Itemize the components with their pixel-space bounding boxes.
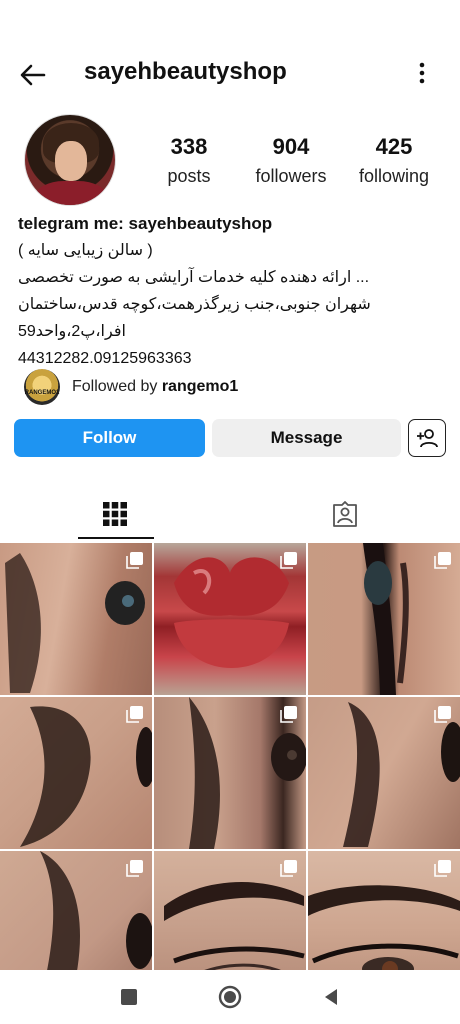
avatar-shirt — [35, 181, 107, 205]
bio-line: شهران جنوبی،جنب زیرگذرهمت،کوچه قدس،ساختم… — [18, 296, 371, 313]
followed-by-prefix: Followed by — [72, 378, 162, 395]
multi-photo-icon — [434, 552, 451, 569]
bio-line: افرا،پ2،واحد59 — [18, 323, 126, 340]
follow-button[interactable]: Follow — [14, 419, 205, 457]
followed-by-name[interactable]: rangemo1 — [162, 378, 238, 395]
more-vertical-icon[interactable] — [410, 60, 434, 86]
multi-photo-icon — [280, 706, 297, 723]
stat-label: following — [358, 166, 430, 186]
multi-photo-icon — [280, 860, 297, 877]
circle-icon[interactable] — [217, 984, 243, 1010]
multi-photo-icon — [126, 552, 143, 569]
bio-phone[interactable]: 44312282.09125963363 — [18, 345, 448, 372]
post-tile[interactable] — [0, 697, 152, 849]
profile-bio: telegram me: sayehbeautyshop ( سالن زیبا… — [18, 210, 448, 372]
post-tile[interactable] — [154, 543, 306, 695]
multi-photo-icon — [434, 706, 451, 723]
tagged-person-icon — [333, 501, 357, 527]
triangle-back-icon[interactable] — [318, 984, 344, 1010]
post-tile[interactable] — [308, 697, 460, 849]
bio-line: ( سالن زیبایی سایه ) — [18, 242, 153, 259]
page-title: sayehbeautyshop — [84, 58, 287, 85]
followed-by-avatar[interactable]: RANGEMO1 — [24, 369, 60, 405]
multi-photo-icon — [434, 860, 451, 877]
post-tile[interactable] — [308, 543, 460, 695]
square-icon[interactable] — [116, 984, 142, 1010]
stat-posts[interactable]: 338 posts — [158, 134, 220, 187]
profile-tabs — [0, 488, 460, 540]
multi-photo-icon — [280, 552, 297, 569]
bio-line: ... ارائه دهنده کلیه خدمات آرایشی به صور… — [18, 269, 370, 286]
stat-following[interactable]: 425 following — [352, 134, 436, 187]
avatar-face — [55, 141, 87, 181]
stat-value: 904 — [272, 134, 310, 159]
person-add-icon — [417, 429, 438, 448]
multi-photo-icon — [126, 706, 143, 723]
bio-title: telegram me: sayehbeautyshop — [18, 214, 273, 233]
post-tile[interactable] — [0, 543, 152, 695]
tab-tagged[interactable] — [230, 488, 460, 540]
arrow-left-icon[interactable] — [18, 60, 48, 90]
message-button[interactable]: Message — [212, 419, 401, 457]
stat-value: 425 — [375, 134, 413, 159]
tab-posts-grid[interactable] — [0, 488, 230, 540]
grid-icon — [103, 502, 127, 526]
suggest-people-button[interactable] — [408, 419, 446, 457]
followed-avatar-text: RANGEMO1 — [24, 390, 60, 396]
active-tab-indicator — [78, 537, 154, 539]
followed-by-text: Followed by rangemo1 — [72, 378, 238, 396]
system-nav-bar — [0, 970, 460, 1024]
stat-value: 338 — [170, 134, 208, 159]
stat-label: followers — [255, 166, 327, 186]
profile-avatar[interactable] — [24, 114, 116, 206]
post-tile[interactable] — [154, 697, 306, 849]
multi-photo-icon — [126, 860, 143, 877]
followed-by[interactable]: RANGEMO1 Followed by rangemo1 — [24, 369, 444, 405]
stat-label: posts — [167, 166, 211, 186]
stat-followers[interactable]: 904 followers — [250, 134, 332, 187]
